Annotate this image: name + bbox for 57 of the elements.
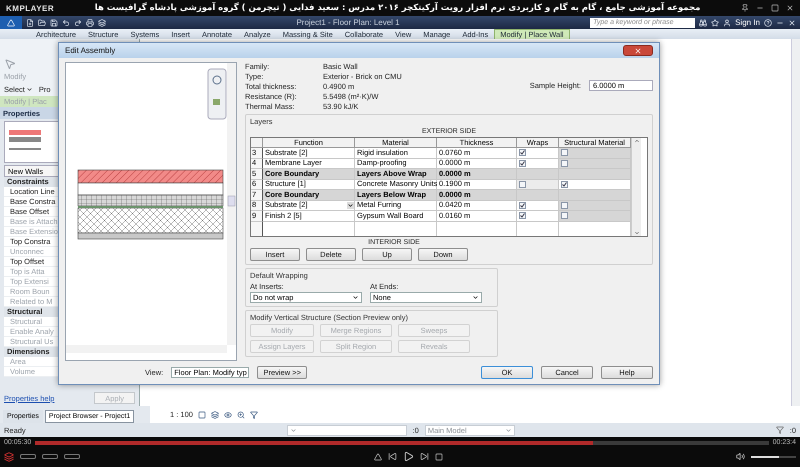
checkbox[interactable]: [561, 212, 568, 220]
previous-icon[interactable]: [388, 452, 396, 461]
new-file-icon[interactable]: [26, 18, 34, 26]
binoculars-icon[interactable]: [699, 18, 708, 26]
sign-in-link[interactable]: Sign In: [735, 18, 760, 27]
close-icon[interactable]: [786, 4, 794, 12]
horizontal-scrollbar[interactable]: [66, 345, 227, 353]
maximize-icon[interactable]: [771, 4, 779, 12]
square-icon[interactable]: [198, 410, 206, 418]
printer-icon[interactable]: [86, 18, 94, 26]
layers-icon[interactable]: [98, 18, 106, 26]
play-icon[interactable]: [402, 451, 414, 462]
table-cell: [251, 138, 263, 148]
next-icon[interactable]: [420, 452, 428, 461]
vertical-scrollbar[interactable]: [791, 39, 800, 406]
open-folder-icon[interactable]: [38, 18, 46, 26]
filter-icon[interactable]: [250, 410, 258, 418]
checkbox[interactable]: [519, 212, 526, 220]
help-icon[interactable]: [764, 18, 772, 26]
save-icon[interactable]: [50, 18, 58, 26]
close-icon: [634, 46, 642, 54]
zoom-icon[interactable]: [236, 410, 245, 418]
app-logo-icon[interactable]: [0, 16, 22, 29]
checkbox[interactable]: [519, 149, 526, 156]
checkbox[interactable]: [519, 160, 526, 167]
checkbox[interactable]: [519, 202, 526, 209]
caret-icon: [26, 86, 33, 93]
checkbox[interactable]: [519, 180, 526, 188]
video-title: مجموعه آموزشی جامع ، گام به گام و کاربردی نرم افزار رویت آرکیتکچر ۲۰۱۶ مدرس : سعید فدایی ( تیچرمن ) گروه آموزشی پادشاه گرافیست ها: [94, 3, 702, 13]
player-logo: KMPLAYER: [6, 4, 54, 12]
table-scrollbar[interactable]: [631, 138, 641, 236]
caret-icon: [472, 294, 479, 300]
eye-icon[interactable]: [224, 410, 232, 418]
redo-icon[interactable]: [74, 18, 82, 26]
pin-icon[interactable]: [741, 4, 749, 12]
star-icon[interactable]: [711, 18, 720, 26]
checkbox[interactable]: [561, 149, 568, 156]
filter-icon[interactable]: [776, 426, 784, 434]
undo-icon[interactable]: [62, 18, 70, 26]
caret-icon[interactable]: [347, 202, 354, 209]
checkbox[interactable]: [561, 180, 568, 188]
zoom-controls-icon[interactable]: [208, 68, 226, 120]
user-icon: [723, 18, 732, 26]
dialog-title: Edit Assembly: [65, 46, 116, 55]
progress-bar[interactable]: [35, 440, 769, 444]
checkbox[interactable]: [561, 202, 568, 209]
caret-icon: [504, 426, 512, 434]
vertical-scrollbar[interactable]: [227, 63, 236, 345]
layers-icon[interactable]: [210, 410, 219, 418]
checkbox[interactable]: [561, 160, 568, 167]
volume-icon[interactable]: [736, 452, 745, 461]
caret-icon: [290, 426, 297, 434]
caret-icon: [352, 294, 359, 300]
document-title: Project1 - Floor Plan: Level 1: [295, 18, 401, 27]
stop-icon[interactable]: [434, 452, 442, 460]
eject-icon[interactable]: [374, 452, 382, 460]
close-button[interactable]: [623, 45, 653, 56]
